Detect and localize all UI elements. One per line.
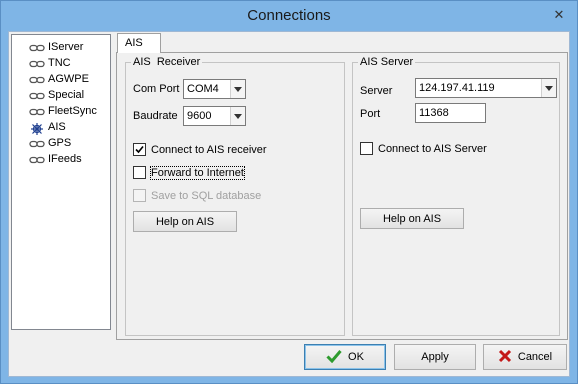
tree-item-ifeeds[interactable]: IFeeds bbox=[29, 152, 82, 167]
tree-item-label: Special bbox=[48, 89, 85, 101]
connect-ais-receiver-checkbox[interactable] bbox=[133, 143, 146, 156]
apply-button[interactable]: Apply bbox=[394, 344, 476, 370]
port-field[interactable]: 11368 bbox=[415, 103, 486, 123]
ais-server-group: AIS Server Server 124.197.41.119 Port 11… bbox=[352, 55, 560, 336]
connect-ais-server-label: Connect to AIS Server bbox=[378, 142, 487, 155]
connect-ais-server-option[interactable]: Connect to AIS Server bbox=[360, 142, 487, 155]
connect-ais-receiver-label: Connect to AIS receiver bbox=[151, 143, 267, 156]
receiver-help-button[interactable]: Help on AIS bbox=[133, 211, 237, 232]
forward-internet-option[interactable]: Forward to Internet bbox=[133, 165, 245, 180]
baudrate-value: 9600 bbox=[187, 110, 212, 122]
port-label: Port bbox=[360, 108, 381, 120]
link-chain-icon bbox=[29, 107, 45, 117]
ship-wheel-icon bbox=[29, 122, 45, 135]
tree-item-label: AGWPE bbox=[48, 73, 89, 85]
close-icon[interactable]: ✕ bbox=[554, 7, 565, 22]
cancel-label: Cancel bbox=[517, 351, 553, 363]
connection-tree[interactable]: IServer TNC AGWPE Special FleetSync AIS … bbox=[11, 34, 111, 330]
ais-receiver-group: AIS Receiver Com Port COM4 Baudrate 9600 bbox=[125, 55, 345, 336]
link-chain-icon bbox=[29, 155, 45, 165]
ais-tab-page: AIS Receiver Com Port COM4 Baudrate 9600 bbox=[116, 52, 568, 340]
chevron-down-icon[interactable] bbox=[230, 107, 245, 125]
connections-window: Connections ✕ IServer TNC AGWPE Special … bbox=[0, 0, 578, 384]
tree-item-label: GPS bbox=[48, 137, 72, 149]
cross-icon bbox=[498, 349, 512, 366]
tree-item-tnc[interactable]: TNC bbox=[29, 56, 71, 71]
tree-item-label: FleetSync bbox=[48, 105, 97, 117]
tree-item-iserver[interactable]: IServer bbox=[29, 40, 83, 55]
tree-item-agwpe[interactable]: AGWPE bbox=[29, 72, 89, 87]
chevron-down-icon[interactable] bbox=[541, 79, 556, 97]
server-value: 124.197.41.119 bbox=[419, 82, 495, 94]
tree-item-label: TNC bbox=[48, 57, 71, 69]
tree-item-label: AIS bbox=[48, 121, 66, 133]
tree-item-label: IServer bbox=[48, 41, 84, 53]
connect-ais-receiver-option[interactable]: Connect to AIS receiver bbox=[133, 143, 267, 156]
save-sql-checkbox[interactable] bbox=[133, 189, 146, 202]
cancel-button[interactable]: Cancel bbox=[483, 344, 567, 370]
window-title: Connections bbox=[247, 7, 331, 24]
baudrate-select[interactable]: 9600 bbox=[183, 106, 246, 126]
ok-label: OK bbox=[348, 351, 364, 363]
server-label: Server bbox=[360, 85, 393, 97]
ais-receiver-group-title: AIS Receiver bbox=[131, 55, 203, 69]
tree-item-ais[interactable]: AIS bbox=[29, 120, 66, 135]
chevron-down-icon[interactable] bbox=[230, 80, 245, 98]
ok-button[interactable]: OK bbox=[304, 344, 386, 370]
com-port-label: Com Port bbox=[133, 83, 180, 95]
tree-item-label: IFeeds bbox=[48, 153, 82, 165]
connect-ais-server-checkbox[interactable] bbox=[360, 142, 373, 155]
server-help-button[interactable]: Help on AIS bbox=[360, 208, 464, 229]
tree-item-gps[interactable]: GPS bbox=[29, 136, 71, 151]
tab-ais[interactable]: AIS bbox=[117, 33, 161, 53]
save-sql-option[interactable]: Save to SQL database bbox=[133, 189, 261, 202]
link-chain-icon bbox=[29, 59, 45, 69]
link-chain-icon bbox=[29, 91, 45, 101]
forward-internet-label: Forward to Internet bbox=[150, 165, 245, 180]
baudrate-label: Baudrate bbox=[133, 110, 178, 122]
close-button[interactable]: ✕ bbox=[549, 6, 569, 24]
link-chain-icon bbox=[29, 139, 45, 149]
ais-server-group-title: AIS Server bbox=[358, 55, 416, 69]
link-chain-icon bbox=[29, 75, 45, 85]
dialog-client-area: IServer TNC AGWPE Special FleetSync AIS … bbox=[8, 31, 570, 377]
com-port-value: COM4 bbox=[187, 83, 219, 95]
checkmark-icon bbox=[326, 349, 342, 366]
save-sql-label: Save to SQL database bbox=[151, 189, 262, 202]
tree-item-fleetsync[interactable]: FleetSync bbox=[29, 104, 97, 119]
com-port-select[interactable]: COM4 bbox=[183, 79, 246, 99]
link-chain-icon bbox=[29, 43, 45, 53]
tree-item-special[interactable]: Special bbox=[29, 88, 84, 103]
forward-internet-checkbox[interactable] bbox=[133, 166, 146, 179]
server-select[interactable]: 124.197.41.119 bbox=[415, 78, 557, 98]
